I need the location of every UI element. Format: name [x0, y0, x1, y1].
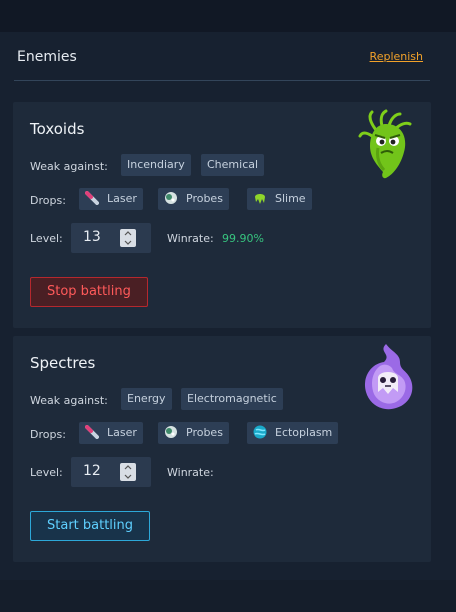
level-stepper[interactable]: 13: [71, 223, 151, 253]
level-spinner[interactable]: [120, 463, 136, 481]
drop-chip-probes: Probes: [158, 422, 229, 444]
drop-chip-ectoplasm: Ectoplasm: [247, 422, 339, 444]
start-battling-button[interactable]: Start battling: [30, 511, 151, 541]
chevron-up-icon[interactable]: [120, 229, 136, 238]
weakness-chip: Energy: [121, 388, 172, 410]
drop-chip-slime: Slime: [247, 188, 312, 210]
drop-chip-probes: Probes: [158, 188, 229, 210]
drop-label: Probes: [186, 426, 223, 439]
probes-icon: [164, 425, 178, 439]
enemy-name: Spectres: [30, 354, 96, 372]
level-label: Level:: [30, 466, 63, 479]
drop-label: Slime: [275, 192, 306, 205]
drops-label: Drops:: [30, 428, 66, 441]
header-divider: [14, 80, 430, 81]
weakness-chip: Chemical: [201, 154, 265, 176]
drop-label: Laser: [107, 192, 137, 205]
chevron-up-icon[interactable]: [120, 463, 136, 472]
page-title: Enemies: [17, 49, 77, 65]
level-stepper[interactable]: 12: [71, 457, 151, 487]
weakness-chip: Incendiary: [121, 154, 191, 176]
winrate-label: Winrate:: [167, 232, 214, 245]
level-value: 13: [83, 229, 101, 245]
enemy-card-spectres: Spectres Weak against: Energy Electromag…: [13, 336, 431, 562]
slime-icon: [253, 191, 267, 205]
bottom-bar: [0, 580, 456, 612]
weakness-chip: Electromagnetic: [181, 388, 283, 410]
drop-label: Ectoplasm: [275, 426, 333, 439]
laser-icon: [85, 191, 99, 205]
weak-against-label: Weak against:: [30, 394, 108, 407]
laser-icon: [85, 425, 99, 439]
stop-battling-button[interactable]: Stop battling: [30, 277, 148, 307]
top-bar: [0, 0, 456, 32]
chevron-down-icon[interactable]: [120, 238, 136, 247]
drop-chip-laser: Laser: [79, 422, 143, 444]
drop-chip-laser: Laser: [79, 188, 143, 210]
spectre-mascot-icon: [364, 344, 413, 410]
drop-label: Laser: [107, 426, 137, 439]
level-spinner[interactable]: [120, 229, 136, 247]
toxoid-mascot-icon: [358, 109, 412, 179]
enemy-card-toxoids: Toxoids Weak against: Incendiary Chemica…: [13, 102, 431, 328]
weak-against-label: Weak against:: [30, 160, 108, 173]
ectoplasm-icon: [253, 425, 267, 439]
winrate-label: Winrate:: [167, 466, 214, 479]
level-value: 12: [83, 463, 101, 479]
enemies-header: Enemies Replenish: [0, 32, 456, 82]
drop-label: Probes: [186, 192, 223, 205]
replenish-link[interactable]: Replenish: [370, 50, 423, 63]
drops-label: Drops:: [30, 194, 66, 207]
level-label: Level:: [30, 232, 63, 245]
chevron-down-icon[interactable]: [120, 472, 136, 481]
winrate-value: 99.90%: [222, 232, 264, 245]
probes-icon: [164, 191, 178, 205]
enemy-name: Toxoids: [30, 120, 85, 138]
